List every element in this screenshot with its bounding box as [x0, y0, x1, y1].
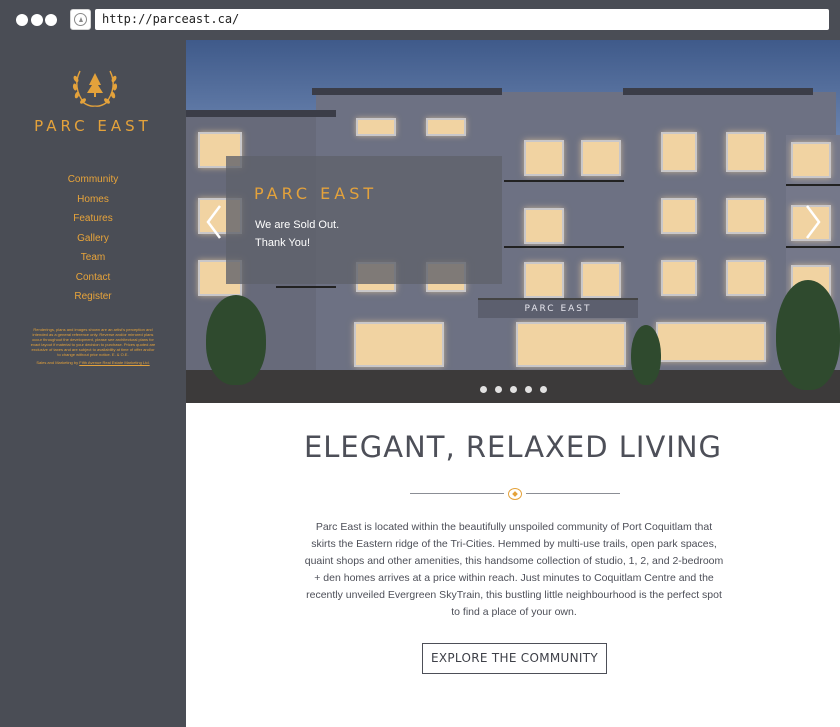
browser-chrome: http://parceast.ca/	[0, 0, 840, 40]
slide-dot[interactable]	[495, 386, 502, 393]
nav-link-gallery[interactable]: Gallery	[77, 233, 109, 244]
nav-link-contact[interactable]: Contact	[76, 272, 110, 283]
window-dot-icon[interactable]	[45, 14, 57, 26]
nav-item-contact: Contact	[0, 265, 186, 285]
legal-disclaimer: Renderings, plans and images shown are a…	[30, 327, 156, 365]
site-favicon-icon	[70, 9, 91, 30]
nav-link-homes[interactable]: Homes	[77, 194, 109, 205]
ornament-divider	[410, 488, 620, 500]
slide-dot[interactable]	[525, 386, 532, 393]
credit-link[interactable]: Fifth Avenue Real Estate Marketing Ltd.	[79, 360, 149, 365]
nav-item-homes: Homes	[0, 187, 186, 207]
caption-line-1: We are Sold Out.	[255, 219, 340, 231]
slide-dot[interactable]	[510, 386, 517, 393]
prev-slide-arrow-icon[interactable]	[204, 202, 224, 242]
nav-item-community: Community	[0, 167, 186, 187]
nav-link-features[interactable]: Features	[73, 213, 112, 224]
caption-brand: PARC EAST	[254, 184, 378, 203]
nav-link-community[interactable]: Community	[68, 174, 119, 185]
slide-dot[interactable]	[480, 386, 487, 393]
slide-indicators	[480, 386, 550, 394]
main-content: ELEGANT, RELAXED LIVING Parc East is loc…	[186, 403, 840, 727]
nav-link-register[interactable]: Register	[74, 291, 111, 302]
window-dot-icon[interactable]	[16, 14, 28, 26]
section-headline: ELEGANT, RELAXED LIVING	[303, 430, 723, 464]
slide-caption: PARC EAST We are Sold Out. Thank You!	[226, 156, 502, 284]
slide-dot[interactable]	[540, 386, 547, 393]
nav-item-team: Team	[0, 245, 186, 265]
address-bar[interactable]: http://parceast.ca/	[95, 9, 829, 30]
caption-line-2: Thank You!	[255, 237, 311, 249]
brand-logo-text[interactable]: PARC EAST	[0, 117, 186, 135]
nav-item-features: Features	[0, 206, 186, 226]
disclaimer-text: Renderings, plans and images shown are a…	[30, 327, 156, 357]
sidebar: PARC EAST Community Homes Features Galle…	[0, 40, 186, 727]
nav-link-team[interactable]: Team	[81, 252, 105, 263]
nav-item-gallery: Gallery	[0, 226, 186, 246]
intro-paragraph: Parc East is located within the beautifu…	[304, 521, 724, 618]
credit-prefix: Sales and Marketing by	[36, 360, 79, 365]
medallion-icon	[508, 488, 522, 500]
nav-item-register: Register	[0, 284, 186, 304]
main-nav: Community Homes Features Gallery Team Co…	[0, 167, 186, 304]
laurel-logo-icon[interactable]	[70, 65, 120, 109]
next-slide-arrow-icon[interactable]	[803, 202, 823, 242]
building-sign: PARC EAST	[478, 298, 638, 318]
explore-community-button[interactable]: EXPLORE THE COMMUNITY	[422, 643, 607, 674]
window-dot-icon[interactable]	[31, 14, 43, 26]
marketing-credit: Sales and Marketing by Fifth Avenue Real…	[30, 360, 156, 365]
hero-slider: PARC EAST PARC EAST We are Sold Out. Tha…	[186, 40, 840, 403]
